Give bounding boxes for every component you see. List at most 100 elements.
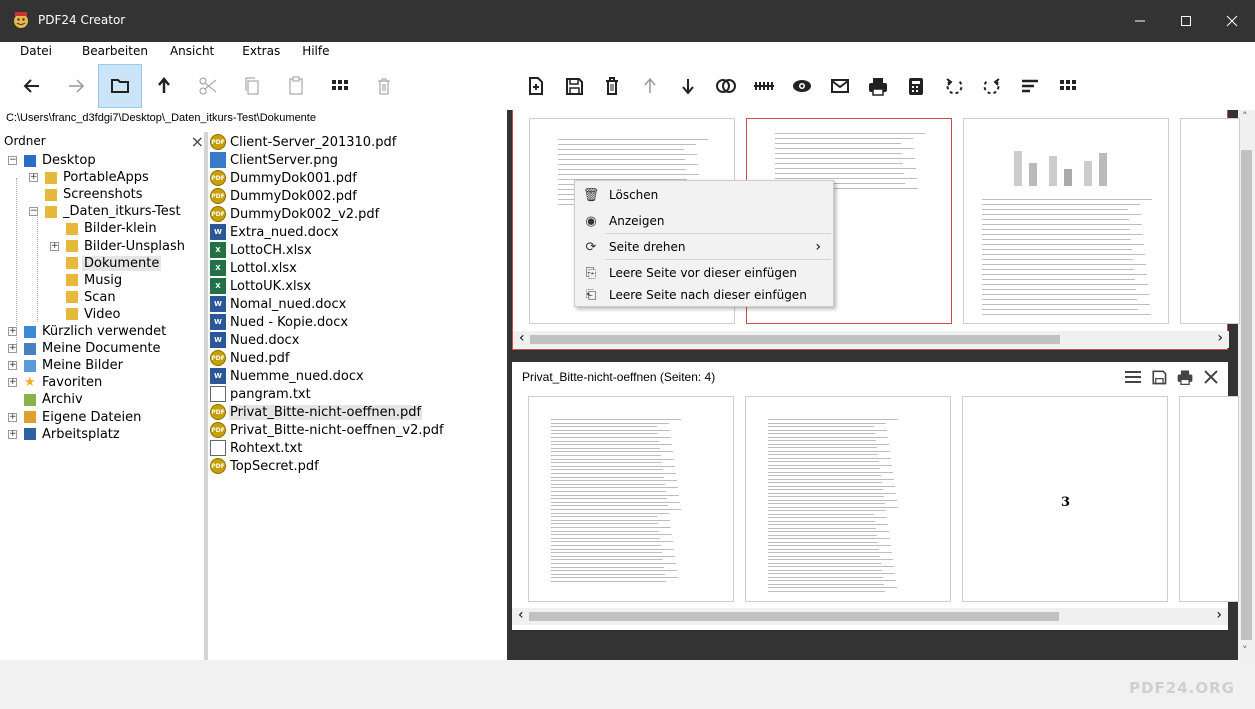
file-item[interactable]: PDF Client-Server_201310.pdf bbox=[210, 133, 445, 151]
scroll-thumb[interactable] bbox=[530, 335, 1060, 344]
menu-datei[interactable]: Datei bbox=[0, 42, 62, 62]
scroll-thumb[interactable] bbox=[529, 612, 1059, 621]
scroll-thumb[interactable] bbox=[1241, 150, 1252, 640]
menu-ansicht[interactable]: Ansicht bbox=[158, 42, 224, 62]
file-item[interactable]: W Nuemme_nued.docx bbox=[210, 367, 445, 385]
up-folder-button[interactable] bbox=[142, 64, 186, 108]
tree-expander[interactable]: − bbox=[8, 156, 17, 165]
doc2-page-3[interactable]: 3 bbox=[962, 396, 1168, 602]
tree-item[interactable]: _Daten_itkurs-Test bbox=[45, 203, 183, 220]
path-bar[interactable]: C:\Users\franc_d3fdgi7\Desktop\_Daten_it… bbox=[6, 112, 316, 124]
save-document-button[interactable] bbox=[1146, 366, 1172, 388]
tree-item[interactable]: Kürzlich verwendet bbox=[24, 323, 168, 340]
minimize-button[interactable] bbox=[1117, 0, 1163, 42]
copy-button[interactable] bbox=[230, 64, 274, 108]
save-button[interactable] bbox=[555, 64, 593, 108]
context-menu-item[interactable]: ⟳ Seite drehen › bbox=[575, 235, 833, 259]
tree-item[interactable]: Musig bbox=[66, 272, 124, 289]
tree-expander[interactable]: + bbox=[29, 173, 38, 183]
split-button[interactable] bbox=[745, 64, 783, 108]
view-button[interactable] bbox=[783, 64, 821, 108]
context-menu-item[interactable]: ◉ Anzeigen bbox=[575, 209, 833, 233]
file-item[interactable]: W Extra_nued.docx bbox=[210, 223, 445, 241]
scroll-down-icon[interactable]: ˅ bbox=[1242, 644, 1248, 657]
file-item[interactable]: pangram.txt bbox=[210, 385, 445, 403]
sort-button[interactable] bbox=[1011, 64, 1049, 108]
menu-extras[interactable]: Extras bbox=[224, 42, 290, 62]
horizontal-scrollbar-1[interactable]: ‹ › bbox=[513, 330, 1229, 348]
print-button[interactable] bbox=[859, 64, 897, 108]
merge-button[interactable] bbox=[707, 64, 745, 108]
menu-hilfe[interactable]: Hilfe bbox=[290, 42, 339, 62]
move-down-button[interactable] bbox=[669, 64, 707, 108]
doc2-page-4[interactable] bbox=[1179, 396, 1239, 602]
file-item[interactable]: PDF DummyDok002.pdf bbox=[210, 187, 445, 205]
tree-expander[interactable]: + bbox=[8, 412, 17, 422]
tree-item[interactable]: Dokumente bbox=[66, 255, 162, 272]
scroll-left-icon[interactable]: ‹ bbox=[518, 607, 524, 623]
close-button[interactable] bbox=[1209, 0, 1255, 42]
file-item[interactable]: PDF DummyDok001.pdf bbox=[210, 169, 445, 187]
grid-view-button[interactable] bbox=[318, 64, 362, 108]
page-thumbnail-4[interactable] bbox=[1180, 118, 1240, 324]
tree-item[interactable]: Screenshots bbox=[45, 186, 145, 203]
email-button[interactable] bbox=[821, 64, 859, 108]
tree-item[interactable]: Meine Documente bbox=[24, 340, 163, 357]
scroll-left-icon[interactable]: ‹ bbox=[519, 330, 525, 346]
add-file-button[interactable] bbox=[517, 64, 555, 108]
file-item[interactable]: X LottoUK.xlsx bbox=[210, 277, 445, 295]
delete-file-button[interactable] bbox=[362, 64, 406, 108]
file-item[interactable]: W Nued.docx bbox=[210, 331, 445, 349]
file-item[interactable]: ClientServer.png bbox=[210, 151, 445, 169]
close-panel-icon[interactable]: × bbox=[191, 132, 204, 151]
folder-view-button[interactable] bbox=[98, 64, 142, 108]
file-item[interactable]: PDF Privat_Bitte-nicht-oeffnen.pdf bbox=[210, 403, 445, 421]
tree-item[interactable]: Bilder-klein bbox=[66, 220, 159, 237]
tree-item[interactable]: Arbeitsplatz bbox=[24, 426, 122, 443]
tree-item[interactable]: Scan bbox=[66, 289, 118, 306]
move-up-button[interactable] bbox=[631, 64, 669, 108]
context-menu-item[interactable]: 🗑 Löschen bbox=[575, 183, 833, 207]
print-document-button[interactable] bbox=[1172, 366, 1198, 388]
maximize-button[interactable] bbox=[1163, 0, 1209, 42]
grid-layout-button[interactable] bbox=[1049, 64, 1087, 108]
compress-button[interactable] bbox=[897, 64, 935, 108]
file-item[interactable]: PDF DummyDok002_v2.pdf bbox=[210, 205, 445, 223]
pane-splitter[interactable] bbox=[204, 132, 208, 660]
file-item[interactable]: W Nued - Kopie.docx bbox=[210, 313, 445, 331]
tree-expander[interactable]: + bbox=[8, 378, 17, 388]
tree-item[interactable]: ★ Favoriten bbox=[24, 374, 104, 391]
tree-item[interactable]: Video bbox=[66, 306, 122, 323]
doc2-page-1[interactable] bbox=[528, 396, 734, 602]
back-button[interactable] bbox=[10, 64, 54, 108]
tree-item[interactable]: Eigene Dateien bbox=[24, 409, 143, 426]
paste-button[interactable] bbox=[274, 64, 318, 108]
scroll-right-icon[interactable]: › bbox=[1216, 607, 1222, 623]
file-item[interactable]: PDF Nued.pdf bbox=[210, 349, 445, 367]
tree-item[interactable]: PortableApps bbox=[45, 169, 151, 186]
cut-button[interactable] bbox=[186, 64, 230, 108]
scroll-up-icon[interactable]: ˄ bbox=[1242, 110, 1248, 123]
scroll-right-icon[interactable]: › bbox=[1217, 330, 1223, 346]
doc2-page-2[interactable] bbox=[745, 396, 951, 602]
file-item[interactable]: PDF TopSecret.pdf bbox=[210, 457, 445, 475]
rotate-left-button[interactable] bbox=[935, 64, 973, 108]
tree-item[interactable]: Bilder-Unsplash bbox=[66, 238, 187, 255]
tree-item[interactable]: Meine Bilder bbox=[24, 357, 125, 374]
main-vertical-scrollbar[interactable]: ˄ ˅ bbox=[1238, 110, 1255, 660]
menu-button[interactable] bbox=[1120, 366, 1146, 388]
file-item[interactable]: PDF Privat_Bitte-nicht-oeffnen_v2.pdf bbox=[210, 421, 445, 439]
tree-expander[interactable]: + bbox=[8, 429, 17, 439]
forward-button[interactable] bbox=[54, 64, 98, 108]
file-item[interactable]: W Nomal_nued.docx bbox=[210, 295, 445, 313]
tree-item[interactable]: Archiv bbox=[24, 391, 85, 408]
delete-page-button[interactable] bbox=[593, 64, 631, 108]
file-item[interactable]: X LottoCH.xlsx bbox=[210, 241, 445, 259]
tree-expander[interactable]: + bbox=[50, 241, 59, 251]
context-menu-item[interactable]: ⎗ Leere Seite nach dieser einfügen bbox=[575, 283, 833, 307]
close-document-button[interactable] bbox=[1198, 366, 1224, 388]
horizontal-scrollbar-2[interactable]: ‹ › bbox=[512, 607, 1228, 625]
file-item[interactable]: X LottoI.xlsx bbox=[210, 259, 445, 277]
rotate-right-button[interactable] bbox=[973, 64, 1011, 108]
page-thumbnail-3[interactable] bbox=[963, 118, 1169, 324]
